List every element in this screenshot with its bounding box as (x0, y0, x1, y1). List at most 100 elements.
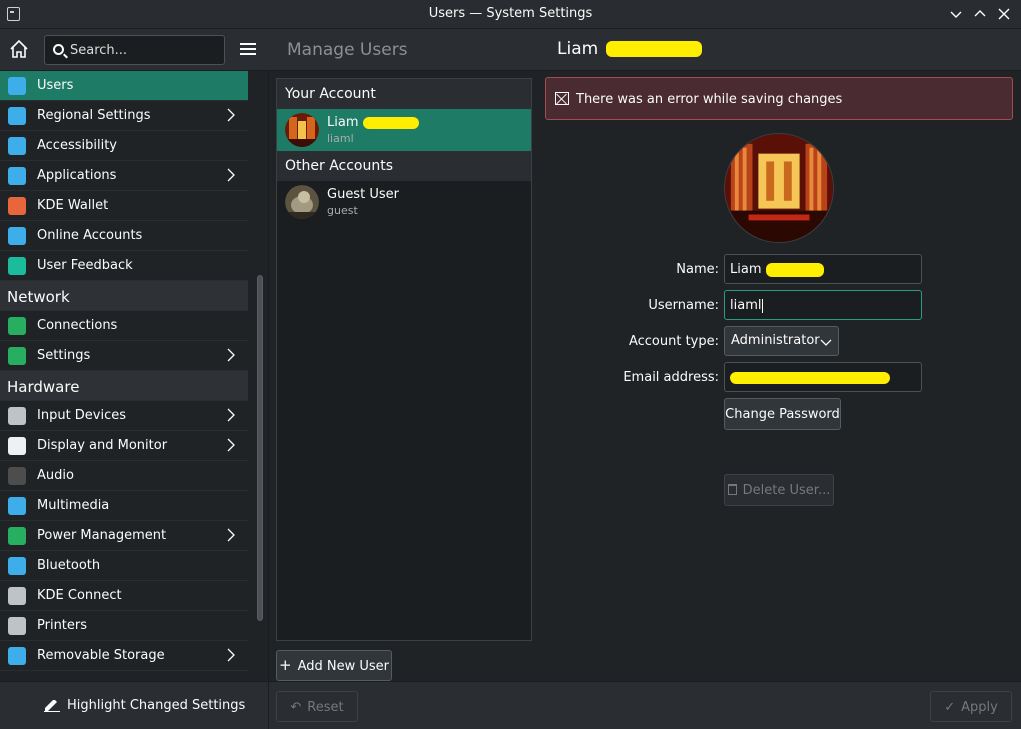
sidebar-item-label: Accessibility (37, 138, 117, 153)
account-username: liaml (327, 132, 354, 145)
username-label: Username: (648, 298, 719, 313)
avatar (285, 113, 319, 147)
add-new-user-label: Add New User (297, 659, 389, 674)
error-icon (555, 92, 569, 105)
sidebar-item-users[interactable]: Users (0, 71, 248, 101)
window-title: Users — System Settings (428, 6, 593, 21)
power-icon (8, 527, 26, 545)
account-username: guest (327, 204, 358, 217)
sidebar-item-printers[interactable]: Printers (0, 611, 248, 641)
sidebar-item-kde-connect[interactable]: KDE Connect (0, 581, 248, 611)
sidebar-footer: Highlight Changed Settings (0, 681, 268, 729)
minimize-button[interactable] (946, 4, 966, 24)
chevron-right-icon (227, 348, 235, 362)
sidebar-item-regional-settings[interactable]: Regional Settings (0, 101, 248, 131)
sidebar-item-label: Input Devices (37, 408, 127, 423)
sidebar-item-display-and-monitor[interactable]: Display and Monitor (0, 431, 248, 461)
sidebar-item-audio[interactable]: Audio (0, 461, 248, 491)
username-field-value: liaml (730, 298, 762, 313)
sidebar-item-input-devices[interactable]: Input Devices (0, 401, 248, 431)
chevron-right-icon (227, 168, 235, 182)
sidebar-item-label: Online Accounts (37, 228, 143, 243)
chevron-right-icon (227, 408, 235, 422)
sidebar-item-online-accounts[interactable]: Online Accounts (0, 221, 248, 251)
menu-icon-line (240, 53, 256, 55)
maximize-button[interactable] (970, 4, 990, 24)
close-button[interactable] (994, 4, 1014, 24)
highlight-changed-settings-label: Highlight Changed Settings (67, 698, 246, 713)
avatar (285, 185, 319, 219)
reset-label: Reset (307, 700, 344, 715)
mouse-icon (8, 407, 26, 425)
sidebar-item-label: Multimedia (37, 498, 110, 513)
sidebar-item-accessibility[interactable]: Accessibility (0, 131, 248, 161)
sidebar-scrollbar[interactable] (256, 71, 264, 677)
feedback-icon (8, 257, 26, 275)
sidebar-item-label: Settings (37, 348, 91, 363)
printer-icon (8, 617, 26, 635)
chevron-right-icon (227, 438, 235, 452)
account-type-select[interactable]: Administrator (724, 326, 839, 356)
sidebar-item-bluetooth[interactable]: Bluetooth (0, 551, 248, 581)
sidebar-item-label: KDE Connect (37, 588, 122, 603)
sidebar-item-user-feedback[interactable]: User Feedback (0, 251, 248, 281)
menu-icon (240, 43, 256, 45)
sidebar-item-power-management[interactable]: Power Management (0, 521, 248, 551)
delete-user-button[interactable]: Delete User... (724, 474, 834, 506)
user-avatar-button[interactable] (724, 133, 834, 243)
menu-icon-line (240, 48, 256, 50)
sidebar-item-applications[interactable]: Applications (0, 161, 248, 191)
sidebar-item-label: Users (37, 78, 74, 93)
redaction-mark (730, 371, 890, 384)
sidebar-item-label: Connections (37, 318, 118, 333)
add-new-user-button[interactable]: + Add New User (276, 650, 392, 681)
account-row-liam[interactable]: Liam liaml (277, 109, 531, 151)
checkmark-icon: ✓ (944, 700, 956, 715)
chevron-right-icon (227, 648, 235, 662)
email-field[interactable] (724, 362, 922, 392)
redaction-mark (362, 116, 419, 129)
sidebar-item-label: Removable Storage (37, 648, 165, 663)
sidebar-item-connections[interactable]: Connections (0, 311, 248, 341)
search-field[interactable] (44, 35, 225, 65)
accounts-list: Your Account Liam liaml Other Accounts G… (276, 78, 532, 641)
search-input[interactable] (70, 41, 220, 59)
sidebar: Users Regional Settings Accessibility Appli… (0, 71, 248, 677)
sidebar-section-hardware: Hardware (0, 371, 248, 401)
account-type-value: Administrator (731, 333, 820, 348)
sidebar-item-label: Applications (37, 168, 117, 183)
hamburger-menu-button[interactable] (237, 41, 259, 59)
error-banner: There was an error while saving changes (545, 77, 1013, 120)
reset-button[interactable]: ↶ Reset (276, 691, 358, 722)
name-field-value: Liam (730, 262, 762, 277)
email-label: Email address: (623, 370, 719, 385)
applications-icon (8, 167, 26, 185)
scrollbar-thumb[interactable] (257, 275, 263, 621)
sidebar-item-settings[interactable]: Settings (0, 341, 248, 371)
name-field[interactable]: Liam (724, 254, 922, 284)
usb-icon (8, 647, 26, 665)
home-button[interactable] (8, 38, 30, 60)
username-field[interactable]: liaml (724, 290, 922, 320)
sidebar-item-multimedia[interactable]: Multimedia (0, 491, 248, 521)
name-label: Name: (676, 262, 719, 277)
sidebar-item-label: Audio (37, 468, 74, 483)
home-icon (10, 39, 28, 58)
text-cursor (762, 298, 764, 313)
account-row-guest[interactable]: Guest User guest (277, 181, 531, 223)
undo-icon: ↶ (290, 700, 302, 715)
user-title: Liam (557, 39, 702, 59)
bluetooth-icon (8, 557, 26, 575)
apply-button[interactable]: ✓ Apply (930, 691, 1012, 722)
search-icon (53, 44, 64, 55)
sidebar-item-label: KDE Wallet (37, 198, 109, 213)
change-password-button[interactable]: Change Password (724, 398, 841, 430)
toolbar: Manage Users Liam (0, 29, 1021, 71)
sidebar-item-removable-storage[interactable]: Removable Storage (0, 641, 248, 671)
redaction-mark (605, 41, 702, 57)
user-title-text: Liam (557, 39, 599, 59)
chevron-right-icon (227, 108, 235, 122)
trash-icon (727, 484, 737, 495)
phone-icon (8, 587, 26, 605)
sidebar-item-kde-wallet[interactable]: KDE Wallet (0, 191, 248, 221)
